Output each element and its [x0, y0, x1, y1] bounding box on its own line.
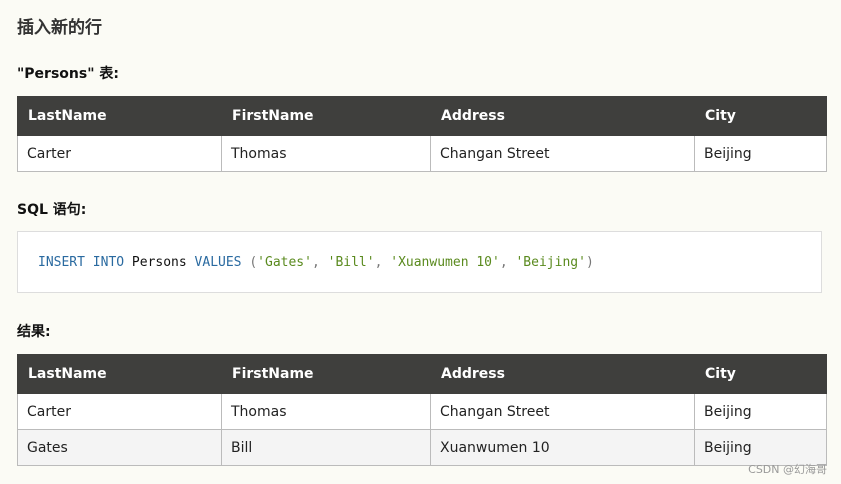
table-header-row: LastName FirstName Address City: [17, 96, 827, 136]
sql-punct: (: [249, 255, 258, 270]
table-cell: Gates: [17, 429, 222, 466]
column-header: LastName: [17, 354, 222, 394]
column-header: Address: [430, 354, 695, 394]
table-cell: Changan Street: [430, 393, 695, 430]
column-header: FirstName: [221, 96, 431, 136]
sql-code-block: INSERT INTO Persons VALUES ('Gates', 'Bi…: [17, 231, 822, 293]
sql-string: 'Beijing': [515, 255, 586, 270]
watermark: CSDN @幻海哥: [748, 463, 827, 476]
sql-string: 'Gates': [257, 255, 312, 270]
column-header: FirstName: [221, 354, 431, 394]
sql-string: 'Xuanwumen 10': [390, 255, 500, 270]
column-header: City: [694, 96, 827, 136]
sql-punct: ,: [374, 255, 383, 270]
table-row: Carter Thomas Changan Street Beijing: [17, 135, 827, 172]
table-header-row: LastName FirstName Address City: [17, 354, 827, 394]
table-cell: Xuanwumen 10: [430, 429, 695, 466]
table-cell: Thomas: [221, 135, 431, 172]
result-table: LastName FirstName Address City Carter T…: [17, 354, 827, 466]
table-cell: Thomas: [221, 393, 431, 430]
table-cell: Bill: [221, 429, 431, 466]
table-cell: Carter: [17, 135, 222, 172]
column-header: Address: [430, 96, 695, 136]
sql-punct: ,: [499, 255, 508, 270]
sql-punct: ): [585, 255, 594, 270]
table-cell: Beijing: [694, 135, 827, 172]
sql-table-name: Persons: [131, 255, 187, 270]
sql-punct: ,: [311, 255, 320, 270]
table-row: Gates Bill Xuanwumen 10 Beijing: [17, 429, 827, 466]
sql-string: 'Bill': [327, 255, 375, 270]
table-cell: Changan Street: [430, 135, 695, 172]
page-heading: 插入新的行: [17, 18, 102, 38]
sql-keyword: VALUES: [194, 255, 242, 270]
persons-table: LastName FirstName Address City Carter T…: [17, 96, 827, 172]
persons-table-label: "Persons" 表:: [17, 66, 119, 82]
column-header: City: [694, 354, 827, 394]
table-cell: Carter: [17, 393, 222, 430]
table-row: Carter Thomas Changan Street Beijing: [17, 393, 827, 430]
sql-label: SQL 语句:: [17, 202, 87, 218]
column-header: LastName: [17, 96, 222, 136]
table-cell: Beijing: [694, 393, 827, 430]
sql-keyword: INSERT INTO: [38, 255, 125, 270]
result-label: 结果:: [17, 324, 51, 340]
